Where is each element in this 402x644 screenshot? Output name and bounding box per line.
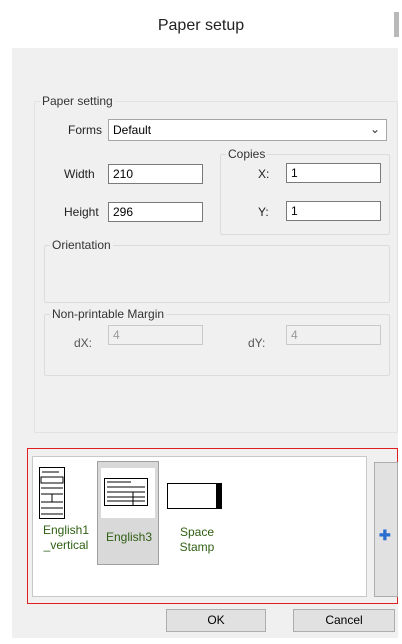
title-bar: Paper setup bbox=[0, 0, 402, 48]
paper-setting-title: Paper setting bbox=[40, 94, 115, 108]
chevron-down-icon: ⌄ bbox=[369, 122, 380, 136]
template-label: English1 _vertical bbox=[42, 523, 90, 552]
height-label: Height bbox=[64, 205, 99, 219]
template-english1-vertical[interactable]: English1 _vertical bbox=[35, 461, 97, 565]
height-input[interactable] bbox=[108, 202, 203, 222]
vertical-form-thumbnail-icon bbox=[39, 467, 65, 519]
copies-y-input[interactable] bbox=[286, 201, 381, 221]
window-title: Paper setup bbox=[157, 17, 245, 34]
stamp-thumbnail-icon bbox=[167, 483, 222, 509]
template-list[interactable]: English1 _vertical English3 Space Stamp bbox=[32, 456, 367, 597]
dx-input bbox=[108, 325, 203, 345]
template-label: English3 bbox=[105, 530, 153, 544]
dy-input bbox=[286, 325, 381, 345]
forms-label: Forms bbox=[68, 123, 102, 137]
dy-label: dY: bbox=[248, 336, 266, 350]
plus-icon: ✚ bbox=[379, 527, 391, 543]
copies-x-input[interactable] bbox=[286, 163, 381, 183]
copies-title: Copies bbox=[226, 147, 268, 161]
forms-selected-value: Default bbox=[113, 123, 152, 137]
template-label: Space Stamp bbox=[179, 525, 215, 554]
width-label: Width bbox=[64, 167, 95, 181]
orientation-title: Orientation bbox=[50, 238, 113, 252]
copies-y-label: Y: bbox=[258, 205, 269, 219]
copies-x-label: X: bbox=[258, 167, 270, 181]
ok-button[interactable]: OK bbox=[166, 609, 266, 632]
horizontal-form-thumbnail-icon bbox=[101, 468, 155, 518]
width-input[interactable] bbox=[108, 164, 203, 184]
title-scrollbar[interactable] bbox=[394, 12, 399, 37]
forms-dropdown[interactable]: Default ⌄ bbox=[108, 119, 387, 141]
template-english3[interactable]: English3 bbox=[97, 461, 159, 565]
margin-title: Non-printable Margin bbox=[50, 307, 167, 321]
cancel-button[interactable]: Cancel bbox=[293, 609, 395, 632]
template-space-stamp[interactable]: Space Stamp bbox=[165, 461, 229, 565]
orientation-group: Orientation bbox=[44, 238, 390, 303]
dx-label: dX: bbox=[74, 336, 93, 350]
non-printable-margin-group: Non-printable Margin bbox=[44, 307, 390, 376]
add-template-button[interactable]: ✚ bbox=[374, 462, 398, 597]
